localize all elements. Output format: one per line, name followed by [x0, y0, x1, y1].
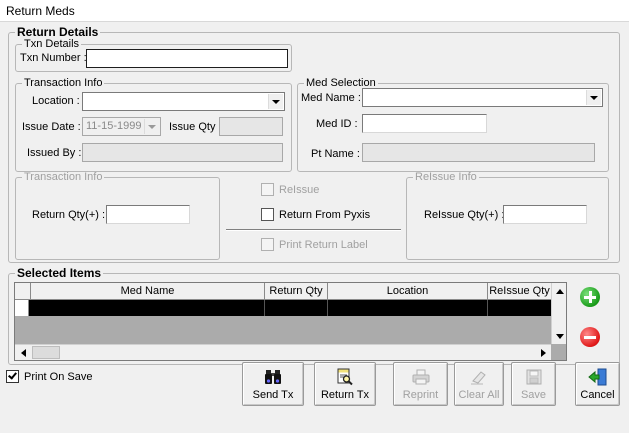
- scroll-up-button[interactable]: [552, 283, 566, 299]
- add-circle-icon: [584, 291, 596, 303]
- chevron-down-icon: [148, 124, 156, 129]
- row-indicator: [15, 300, 29, 316]
- pt-name-label: Pt Name :: [311, 148, 360, 160]
- scroll-down-button[interactable]: [552, 328, 566, 344]
- location-label: Location :: [32, 95, 80, 107]
- table-row[interactable]: [29, 300, 552, 316]
- reissue-checkbox-label: ReIssue: [279, 183, 320, 196]
- issue-date-dropdown-button[interactable]: [144, 119, 159, 134]
- arrow-right-icon: [540, 349, 546, 357]
- window-titlebar: Return Meds: [0, 0, 629, 22]
- print-return-label-checkbox-box: [261, 238, 274, 251]
- options-divider: [226, 229, 401, 231]
- remove-circle-icon: [584, 331, 596, 343]
- arrow-left-icon: [20, 349, 26, 357]
- reprint-button[interactable]: Reprint: [393, 362, 448, 406]
- document-search-icon: [334, 367, 356, 387]
- print-return-label-checkbox-label: Print Return Label: [279, 238, 368, 251]
- column-header-med-name[interactable]: Med Name: [31, 283, 265, 300]
- print-on-save-checkbox[interactable]: Print On Save: [6, 370, 92, 383]
- eraser-icon: [468, 367, 490, 387]
- save-button[interactable]: Save: [511, 362, 556, 406]
- issue-qty-input[interactable]: [219, 117, 283, 136]
- return-from-pyxis-checkbox[interactable]: Return From Pyxis: [261, 208, 370, 221]
- return-tx-label: Return Tx: [320, 389, 370, 401]
- column-header-reissue-qty[interactable]: ReIssue Qty: [488, 283, 552, 300]
- txn-number-label: Txn Number :: [20, 52, 87, 64]
- clear-all-button[interactable]: Clear All: [454, 362, 504, 406]
- location-combo[interactable]: [82, 92, 285, 111]
- chevron-down-icon: [590, 95, 598, 100]
- issued-by-input[interactable]: [82, 143, 283, 162]
- printer-icon: [410, 367, 432, 387]
- issue-date-label: Issue Date :: [22, 121, 81, 133]
- med-id-input[interactable]: [362, 114, 487, 133]
- txn-number-input[interactable]: [86, 49, 288, 68]
- table-cell-separator: [327, 300, 328, 316]
- remove-item-button[interactable]: [580, 327, 600, 347]
- reprint-label: Reprint: [402, 389, 439, 401]
- add-item-button[interactable]: [580, 287, 600, 307]
- selected-items-legend: Selected Items: [17, 266, 102, 280]
- window-title: Return Meds: [6, 4, 75, 18]
- print-on-save-checkbox-box: [6, 370, 19, 383]
- table-cell-separator: [487, 300, 488, 316]
- horizontal-scroll-thumb[interactable]: [32, 346, 60, 359]
- exit-door-icon: [587, 367, 609, 387]
- checkmark-icon: [8, 370, 17, 380]
- print-on-save-label: Print On Save: [24, 370, 93, 383]
- cancel-label: Cancel: [580, 389, 615, 401]
- grid-vertical-scrollbar[interactable]: [551, 283, 566, 344]
- arrow-down-icon: [556, 333, 564, 339]
- return-details-legend: Return Details: [17, 25, 99, 39]
- chevron-down-icon: [272, 99, 280, 104]
- issue-qty-label: Issue Qty :: [169, 121, 222, 133]
- floppy-disk-icon: [523, 367, 545, 387]
- return-from-pyxis-checkbox-box: [261, 208, 274, 221]
- return-from-pyxis-checkbox-label: Return From Pyxis: [279, 208, 371, 221]
- issue-date-picker[interactable]: 11-15-1999: [82, 117, 161, 136]
- reissue-checkbox-box: [261, 183, 274, 196]
- issued-by-label: Issued By :: [27, 147, 82, 159]
- return-tx-button[interactable]: Return Tx: [314, 362, 376, 406]
- arrow-up-icon: [556, 288, 564, 294]
- issue-date-value: 11-15-1999: [86, 120, 142, 132]
- reissue-qty-input[interactable]: [503, 205, 587, 224]
- table-cell-separator: [264, 300, 265, 316]
- scroll-left-button[interactable]: [15, 345, 31, 360]
- grid-horizontal-scrollbar[interactable]: [15, 344, 551, 360]
- binoculars-icon: [262, 367, 284, 387]
- scroll-right-button[interactable]: [535, 345, 551, 360]
- send-tx-button[interactable]: Send Tx: [242, 362, 304, 406]
- pt-name-input[interactable]: [362, 143, 595, 162]
- return-transaction-info-legend: Transaction Info: [24, 171, 103, 183]
- save-label: Save: [520, 389, 547, 401]
- selected-items-grid[interactable]: Med Name Return Qty Location ReIssue Qty: [14, 282, 567, 361]
- med-id-label: Med ID :: [316, 118, 358, 130]
- print-return-label-checkbox[interactable]: Print Return Label: [261, 238, 368, 251]
- return-qty-label: Return Qty(+) :: [32, 209, 106, 221]
- column-header-return-qty[interactable]: Return Qty: [265, 283, 328, 300]
- return-qty-input[interactable]: [106, 205, 190, 224]
- med-name-label: Med Name :: [301, 92, 361, 104]
- med-name-combo[interactable]: [362, 88, 603, 107]
- reissue-info-legend: ReIssue Info: [415, 171, 477, 183]
- transaction-info-legend: Transaction Info: [24, 77, 103, 89]
- cancel-button[interactable]: Cancel: [575, 362, 620, 406]
- location-dropdown-button[interactable]: [268, 94, 283, 109]
- column-header-location[interactable]: Location: [328, 283, 488, 300]
- grid-corner-header: [15, 283, 31, 300]
- txn-details-legend: Txn Details: [24, 38, 80, 50]
- reissue-checkbox[interactable]: ReIssue: [261, 183, 319, 196]
- send-tx-label: Send Tx: [252, 389, 294, 401]
- med-name-dropdown-button[interactable]: [586, 90, 601, 105]
- reissue-qty-label: ReIssue Qty(+) :: [424, 209, 505, 221]
- clear-all-label: Clear All: [458, 389, 500, 401]
